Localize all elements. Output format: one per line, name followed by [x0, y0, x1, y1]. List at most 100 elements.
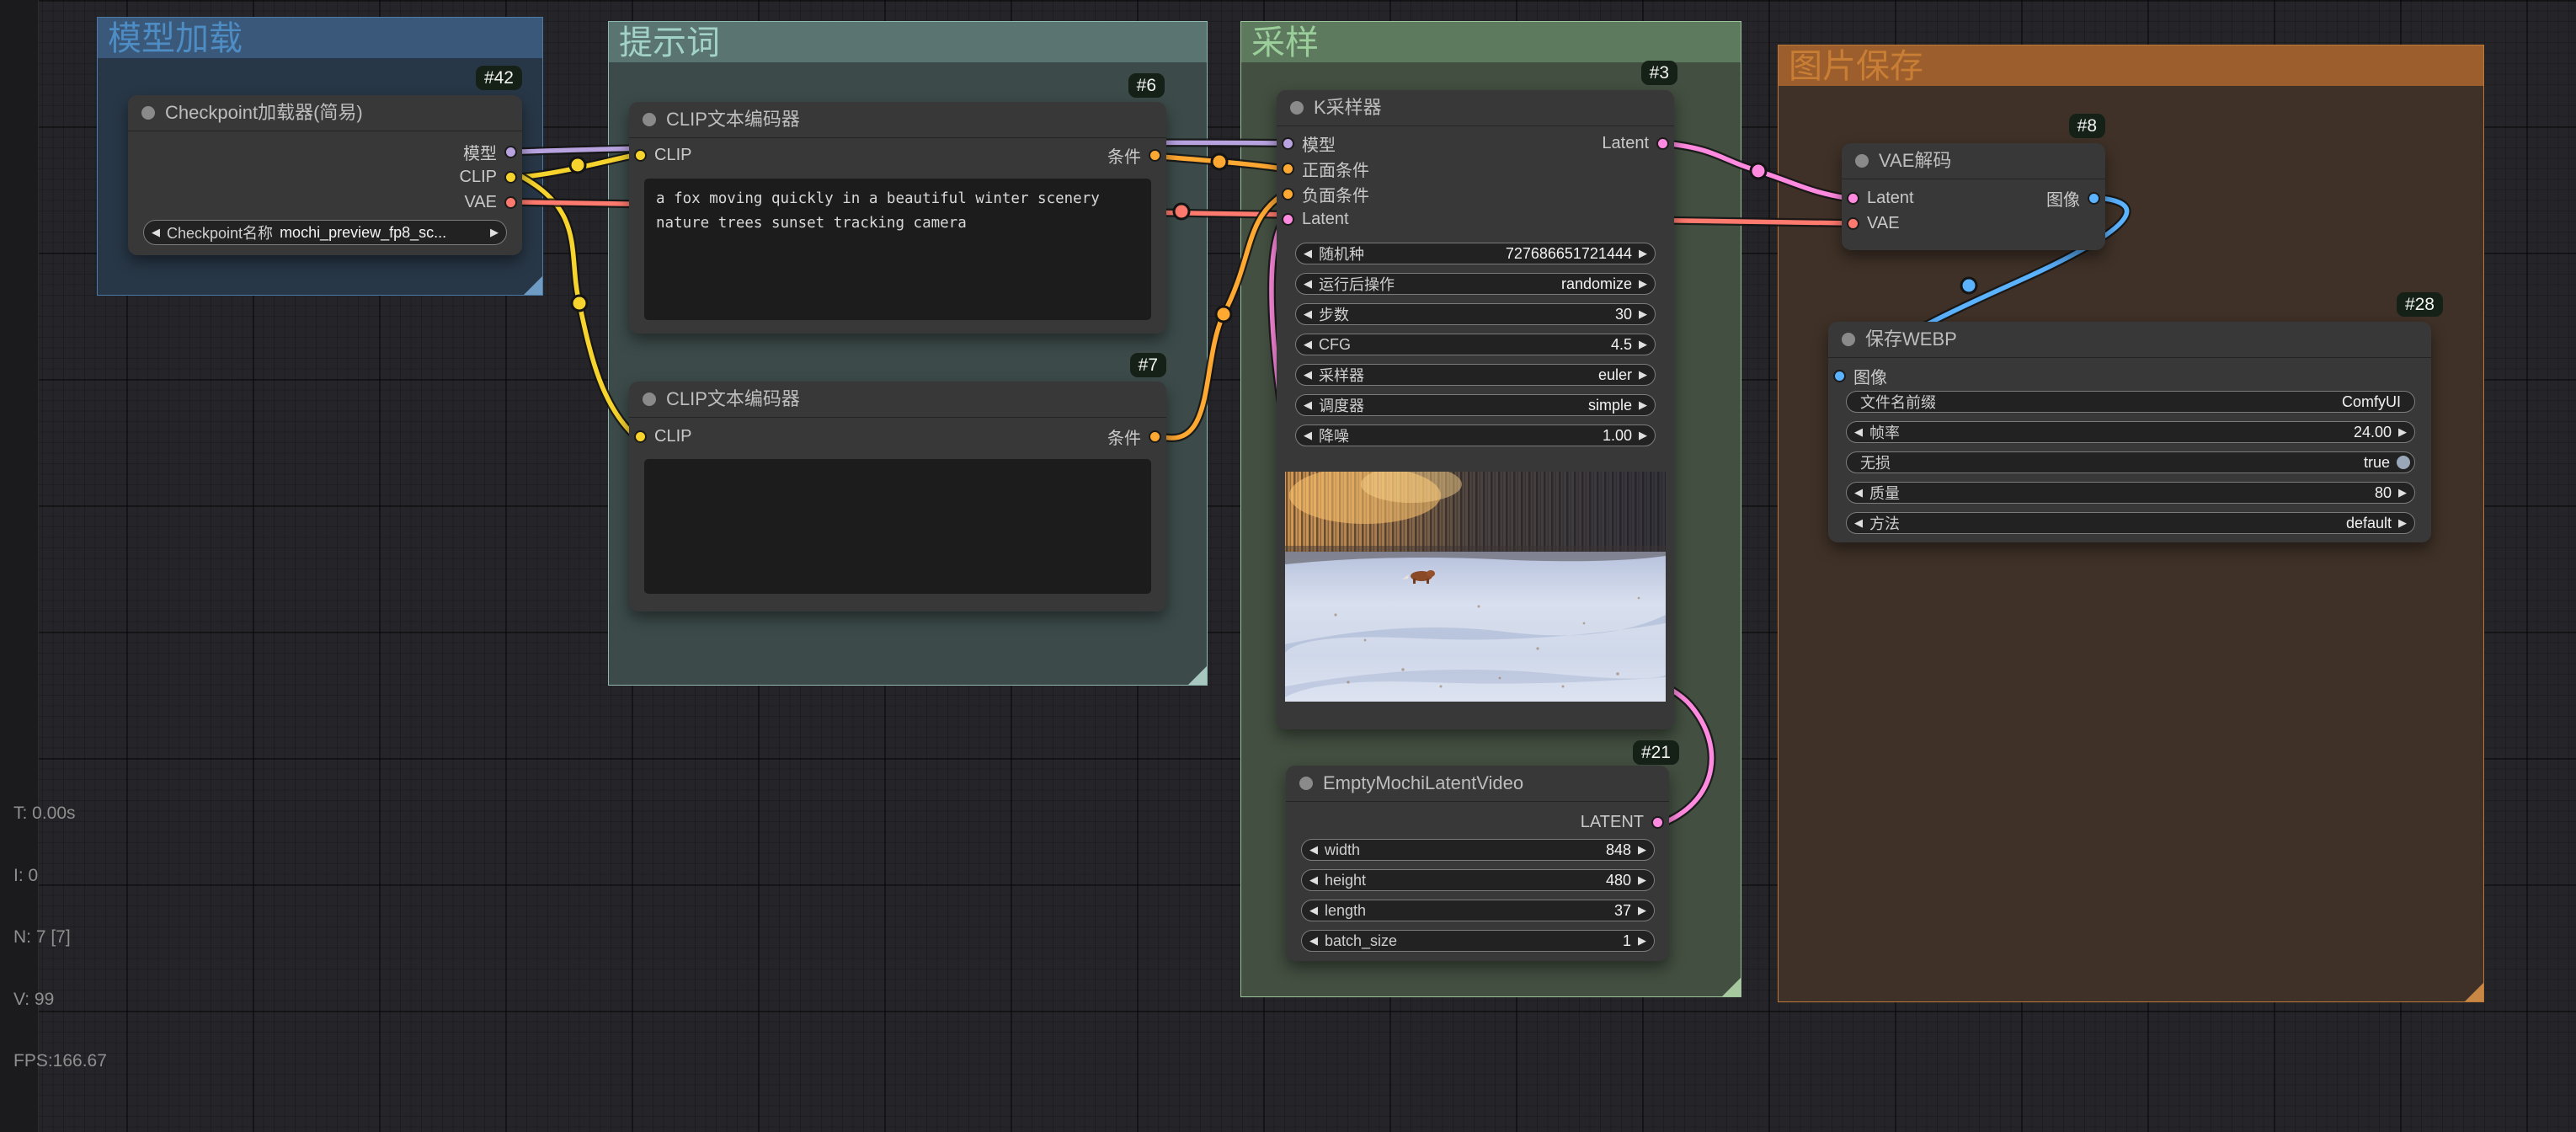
port-dot-image[interactable]: [2088, 191, 2100, 205]
widget-fps[interactable]: ◀ 帧率 24.00 ▶: [1846, 421, 2415, 443]
widget-seed[interactable]: ◀ 随机种 727686651721444 ▶: [1295, 243, 1656, 264]
widget-steps[interactable]: ◀ 步数 30 ▶: [1295, 303, 1656, 325]
node-ksampler[interactable]: #3 K采样器 模型 正面条件 负面条件 Latent Latent ◀ 随机种: [1277, 61, 1677, 729]
collapse-dot-icon[interactable]: [643, 113, 656, 126]
node-empty-mochi-latent[interactable]: #21 EmptyMochiLatentVideo LATENT ◀ width…: [1286, 740, 1679, 961]
node-header[interactable]: VAE解码: [1842, 143, 2105, 179]
stepper-left-icon[interactable]: ◀: [1309, 839, 1318, 861]
port-dot-cond[interactable]: [1149, 148, 1161, 162]
widget-value[interactable]: 80: [2375, 484, 2392, 502]
widget-value[interactable]: randomize: [1561, 275, 1632, 293]
widget-scheduler[interactable]: ◀ 调度器 simple ▶: [1295, 394, 1656, 416]
widget-control-after-generate[interactable]: ◀ 运行后操作 randomize ▶: [1295, 273, 1656, 295]
stepper-right-icon[interactable]: ▶: [2398, 482, 2407, 504]
output-port-image[interactable]: 图像: [2046, 188, 2100, 210]
stepper-left-icon[interactable]: ◀: [1304, 424, 1312, 446]
node-vae-decode[interactable]: #8 VAE解码 Latent VAE 图像: [1842, 114, 2105, 250]
output-port-cond[interactable]: 条件: [1107, 426, 1161, 448]
input-port-clip[interactable]: CLIP: [634, 145, 691, 165]
node-header[interactable]: Checkpoint加载器(简易): [128, 95, 522, 131]
widget-value[interactable]: 24.00: [2354, 424, 2392, 441]
widget-value[interactable]: 848: [1606, 841, 1631, 859]
collapse-dot-icon[interactable]: [1290, 101, 1304, 115]
output-port-latent[interactable]: LATENT: [1581, 812, 1664, 832]
wire-dot[interactable]: [1214, 305, 1233, 323]
node-clip-encode-negative[interactable]: #7 CLIP文本编码器 CLIP 条件: [629, 353, 1166, 611]
widget-denoise[interactable]: ◀ 降噪 1.00 ▶: [1295, 424, 1656, 446]
port-dot-cond[interactable]: [1282, 162, 1294, 175]
widget-quality[interactable]: ◀ 质量 80 ▶: [1846, 482, 2415, 504]
stepper-right-icon[interactable]: ▶: [1638, 869, 1646, 891]
input-port-model[interactable]: 模型: [1282, 133, 1336, 155]
node-header[interactable]: EmptyMochiLatentVideo: [1286, 766, 1669, 802]
output-port-cond[interactable]: 条件: [1107, 145, 1161, 167]
collapse-dot-icon[interactable]: [1842, 333, 1855, 346]
stepper-right-icon[interactable]: ▶: [490, 222, 499, 243]
wire-dot[interactable]: [568, 156, 587, 174]
widget-value[interactable]: 1.00: [1603, 427, 1632, 445]
widget-height[interactable]: ◀ height 480 ▶: [1301, 869, 1655, 891]
wire-dot[interactable]: [1749, 162, 1768, 180]
stepper-right-icon[interactable]: ▶: [1639, 424, 1647, 446]
stepper-right-icon[interactable]: ▶: [1639, 334, 1647, 355]
port-dot-clip[interactable]: [504, 170, 517, 184]
port-dot-latent[interactable]: [1847, 191, 1859, 205]
node-checkpoint-loader[interactable]: #42 Checkpoint加载器(简易) 模型 CLIP VAE ◀ Chec…: [128, 66, 522, 255]
node-clip-encode-positive[interactable]: #6 CLIP文本编码器 CLIP 条件 a fox moving quickl…: [629, 73, 1166, 334]
stepper-left-icon[interactable]: ◀: [1309, 930, 1318, 952]
output-port-clip[interactable]: CLIP: [460, 167, 517, 187]
stepper-left-icon[interactable]: ◀: [1304, 303, 1312, 325]
node-header[interactable]: K采样器: [1277, 90, 1674, 126]
widget-sampler-name[interactable]: ◀ 采样器 euler ▶: [1295, 364, 1656, 386]
stepper-right-icon[interactable]: ▶: [1638, 930, 1646, 952]
stepper-left-icon[interactable]: ◀: [1304, 364, 1312, 386]
stepper-right-icon[interactable]: ▶: [1639, 273, 1647, 295]
widget-value[interactable]: 727686651721444: [1506, 245, 1632, 263]
stepper-right-icon[interactable]: ▶: [1639, 243, 1647, 264]
stepper-left-icon[interactable]: ◀: [1854, 482, 1863, 504]
port-dot-model[interactable]: [1282, 136, 1294, 150]
stepper-left-icon[interactable]: ◀: [1304, 273, 1312, 295]
widget-width[interactable]: ◀ width 848 ▶: [1301, 839, 1655, 861]
stepper-left-icon[interactable]: ◀: [1854, 421, 1863, 443]
node-header[interactable]: 保存WEBP: [1828, 322, 2431, 358]
widget-value[interactable]: 1: [1623, 932, 1631, 950]
collapse-dot-icon[interactable]: [1299, 777, 1313, 790]
input-port-image[interactable]: 图像: [1833, 366, 1887, 387]
widget-value[interactable]: true: [2364, 454, 2390, 472]
wire-dot[interactable]: [1172, 202, 1191, 221]
wire-dot[interactable]: [1960, 276, 1978, 295]
prompt-textarea[interactable]: [644, 459, 1151, 594]
output-port-vae[interactable]: VAE: [464, 192, 517, 212]
widget-cfg[interactable]: ◀ CFG 4.5 ▶: [1295, 334, 1656, 355]
widget-value[interactable]: 37: [1614, 902, 1631, 920]
output-port-model[interactable]: 模型: [463, 142, 517, 163]
input-port-latent[interactable]: Latent: [1282, 209, 1349, 229]
stepper-left-icon[interactable]: ◀: [1854, 512, 1863, 534]
port-dot-latent[interactable]: [1656, 136, 1669, 150]
widget-value[interactable]: 30: [1615, 306, 1632, 323]
stepper-left-icon[interactable]: ◀: [1309, 900, 1318, 921]
widget-value[interactable]: 4.5: [1611, 336, 1632, 354]
output-port-latent[interactable]: Latent: [1602, 133, 1669, 153]
stepper-left-icon[interactable]: ◀: [1304, 394, 1312, 416]
comfyui-canvas[interactable]: 模型加载 提示词 采样 图片保存 T: 0.00s I: 0 N: 7 [7] …: [0, 0, 2576, 1132]
port-dot-model[interactable]: [504, 145, 517, 158]
port-dot-vae[interactable]: [504, 195, 517, 209]
widget-method[interactable]: ◀ 方法 default ▶: [1846, 512, 2415, 534]
port-dot-image[interactable]: [1833, 369, 1846, 382]
widget-value[interactable]: euler: [1598, 366, 1632, 384]
toggle-knob-icon[interactable]: [2397, 456, 2410, 469]
collapse-dot-icon[interactable]: [141, 106, 155, 120]
stepper-left-icon[interactable]: ◀: [1309, 869, 1318, 891]
widget-length[interactable]: ◀ length 37 ▶: [1301, 900, 1655, 921]
widget-batch-size[interactable]: ◀ batch_size 1 ▶: [1301, 930, 1655, 952]
port-dot-clip[interactable]: [634, 430, 647, 443]
widget-value[interactable]: ComfyUI: [2342, 393, 2401, 411]
widget-value[interactable]: mochi_preview_fp8_sc...: [280, 224, 483, 242]
stepper-right-icon[interactable]: ▶: [2398, 421, 2407, 443]
port-dot-latent[interactable]: [1651, 815, 1664, 829]
widget-value[interactable]: default: [2346, 515, 2392, 532]
input-port-clip[interactable]: CLIP: [634, 426, 691, 446]
widget-ckpt-name[interactable]: ◀ Checkpoint名称 mochi_preview_fp8_sc... ▶: [143, 220, 507, 245]
